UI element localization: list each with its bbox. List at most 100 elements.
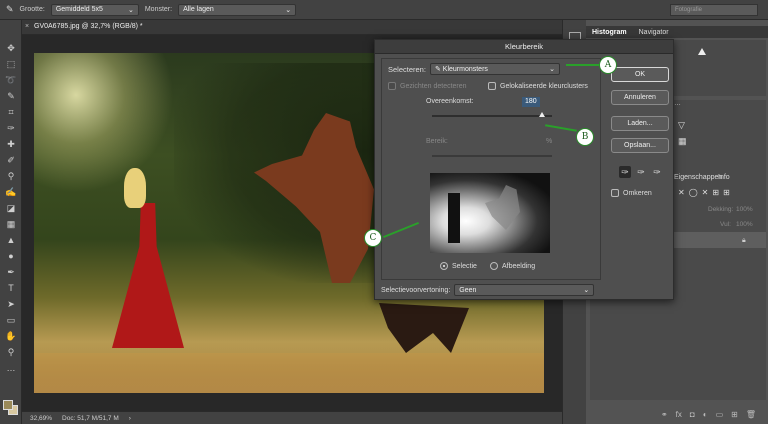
preview-woman	[448, 193, 460, 243]
select-value: Kleurmonsters	[442, 66, 488, 73]
brush-tool-icon[interactable]: ✐	[4, 154, 18, 167]
background-light	[34, 53, 174, 193]
fill-value[interactable]: 100%	[736, 221, 753, 228]
selection-radio-label: Selectie	[452, 262, 477, 270]
localized-clusters-checkbox[interactable]	[488, 82, 496, 90]
pen-tool-icon[interactable]: ✒	[4, 266, 18, 279]
annotation-marker-a: A	[599, 56, 617, 74]
preview-horse	[485, 185, 520, 230]
chevron-down-icon: ⌄	[583, 287, 590, 294]
eyedropper-plus-icon[interactable]: ✑	[635, 166, 647, 178]
image-radio-label: Afbeelding	[502, 262, 536, 270]
mask-icon[interactable]: ◘	[690, 410, 695, 419]
crop-tool-icon[interactable]: ⌗	[4, 106, 18, 119]
horse-lower-body	[379, 303, 469, 353]
document-title: GV0A6785.jpg @ 32,7% (RGB/8) *	[34, 23, 143, 30]
shape-tool-icon[interactable]: ▭	[4, 314, 18, 327]
load-button[interactable]: Laden...	[611, 116, 669, 131]
selection-preview-label: Selectievoorvertoning:	[381, 286, 451, 294]
lasso-tool-icon[interactable]: ➰	[4, 74, 18, 87]
more-tools-icon[interactable]: …	[4, 362, 18, 375]
blur-tool-icon[interactable]: ▲	[4, 234, 18, 247]
range-unit: %	[546, 138, 553, 145]
sample-label: Monster:	[144, 6, 173, 13]
annotation-marker-b: B	[576, 128, 594, 146]
move-tool-icon[interactable]: ✥	[4, 42, 18, 55]
options-bar: ✎ Grootte: Gemiddeld 5x5 ⌄ Monster: Alle…	[0, 0, 768, 20]
adjustment-icon[interactable]: ▽	[678, 120, 685, 131]
chevron-down-icon: ⌄	[285, 6, 292, 14]
chevron-down-icon: ⌄	[127, 6, 134, 14]
eyedropper-icon[interactable]: ✑	[619, 166, 631, 178]
opacity-label: Dekking:	[708, 206, 734, 213]
localized-clusters-label: Gelokaliseerde kleurclusters	[500, 82, 588, 90]
selection-preview-select[interactable]: Geen ⌄	[454, 284, 595, 296]
status-arrow-icon[interactable]: ›	[129, 415, 131, 422]
woman-head	[124, 168, 146, 208]
workspace-field[interactable]: Fotografie	[670, 4, 758, 16]
folder-icon[interactable]: ▭	[716, 410, 724, 419]
invert-checkbox[interactable]	[611, 189, 619, 197]
warning-icon[interactable]	[698, 48, 706, 55]
type-tool-icon[interactable]: T	[4, 282, 18, 295]
ok-button[interactable]: OK	[611, 67, 669, 82]
fuzziness-slider-thumb[interactable]	[539, 112, 546, 117]
eyedropper-tool-icon[interactable]: ✑	[4, 122, 18, 135]
range-slider-track	[432, 155, 552, 157]
fx-icon[interactable]: fx	[676, 410, 682, 419]
selection-preview[interactable]	[430, 173, 550, 253]
select-label: Selecteren:	[388, 64, 426, 74]
fuzziness-slider-track[interactable]	[432, 115, 552, 117]
quick-select-tool-icon[interactable]: ✎	[4, 90, 18, 103]
dodge-tool-icon[interactable]: ●	[4, 250, 18, 263]
cancel-button[interactable]: Annuleren	[611, 90, 669, 105]
zoom-level[interactable]: 32,69%	[30, 415, 52, 422]
chevron-down-icon: ⌄	[549, 66, 555, 73]
hand-tool-icon[interactable]: ✋	[4, 330, 18, 343]
fuzziness-value[interactable]: 180	[522, 97, 540, 107]
eyedropper-minus-icon[interactable]: ✑	[651, 166, 663, 178]
tab-histogram[interactable]: Histogram	[592, 29, 627, 36]
dialog-main-area: Selecteren: ✎ Kleurmonsters ⌄ Gezichten …	[381, 58, 601, 280]
eraser-tool-icon[interactable]: ◪	[4, 202, 18, 215]
opacity-value[interactable]: 100%	[736, 206, 753, 213]
layers-bottom-bar: ⚭ fx ◘ ◐ ▭ ⊞ 🗑︎	[590, 404, 766, 424]
tools-panel: ✥ ⬚ ➰ ✎ ⌗ ✑ ✚ ✐ ⚲ ✍ ◪ ▦ ▲ ● ✒ T ➤ ▭ ✋ ⚲ …	[0, 20, 22, 424]
close-icon[interactable]: ×	[25, 23, 29, 30]
tab-layers[interactable]: …	[674, 100, 681, 107]
lock-icon[interactable]: 🔒︎	[742, 237, 746, 245]
image-radio[interactable]	[490, 262, 498, 270]
link-icon[interactable]: ⚭	[661, 410, 668, 419]
new-layer-icon[interactable]: ⊞	[731, 410, 738, 419]
detect-faces-checkbox[interactable]	[388, 82, 396, 90]
history-brush-tool-icon[interactable]: ✍	[4, 186, 18, 199]
size-select[interactable]: Gemiddeld 5x5 ⌄	[50, 3, 139, 16]
doc-info: Doc: 51,7 M/51,7 M	[62, 414, 119, 422]
eyedropper-tool-icon[interactable]: ✎	[6, 4, 14, 15]
eyedropper-icon: ✎	[434, 66, 441, 73]
tab-properties[interactable]: Eigenschappen	[674, 174, 722, 181]
zoom-tool-icon[interactable]: ⚲	[4, 346, 18, 359]
status-bar: 32,69% Doc: 51,7 M/51,7 M ›	[22, 411, 562, 424]
annotation-marker-c: C	[364, 229, 382, 247]
trash-icon[interactable]: 🗑︎	[746, 410, 756, 419]
layer-row[interactable]	[670, 232, 766, 248]
adjustment-layer-icon[interactable]: ◐	[703, 410, 708, 419]
size-label: Grootte:	[19, 6, 45, 13]
select-dropdown[interactable]: ✎ Kleurmonsters ⌄	[429, 63, 560, 75]
selection-radio[interactable]	[440, 262, 448, 270]
healing-tool-icon[interactable]: ✚	[4, 138, 18, 151]
tab-info[interactable]: Info	[718, 174, 730, 181]
document-tab[interactable]: × GV0A6785.jpg @ 32,7% (RGB/8) *	[22, 20, 562, 35]
path-select-tool-icon[interactable]: ➤	[4, 298, 18, 311]
fuzziness-label: Overeenkomst:	[426, 98, 474, 105]
grid-icon[interactable]: ▦	[678, 136, 687, 147]
marquee-tool-icon[interactable]: ⬚	[4, 58, 18, 71]
align-icons[interactable]: ✕◯✕⊞⊞	[678, 188, 734, 197]
stamp-tool-icon[interactable]: ⚲	[4, 170, 18, 183]
foreground-color-swatch[interactable]	[3, 400, 13, 410]
tab-navigator[interactable]: Navigator	[639, 29, 669, 36]
gradient-tool-icon[interactable]: ▦	[4, 218, 18, 231]
sample-select[interactable]: Alle lagen ⌄	[178, 3, 297, 16]
save-button[interactable]: Opslaan...	[611, 138, 669, 153]
